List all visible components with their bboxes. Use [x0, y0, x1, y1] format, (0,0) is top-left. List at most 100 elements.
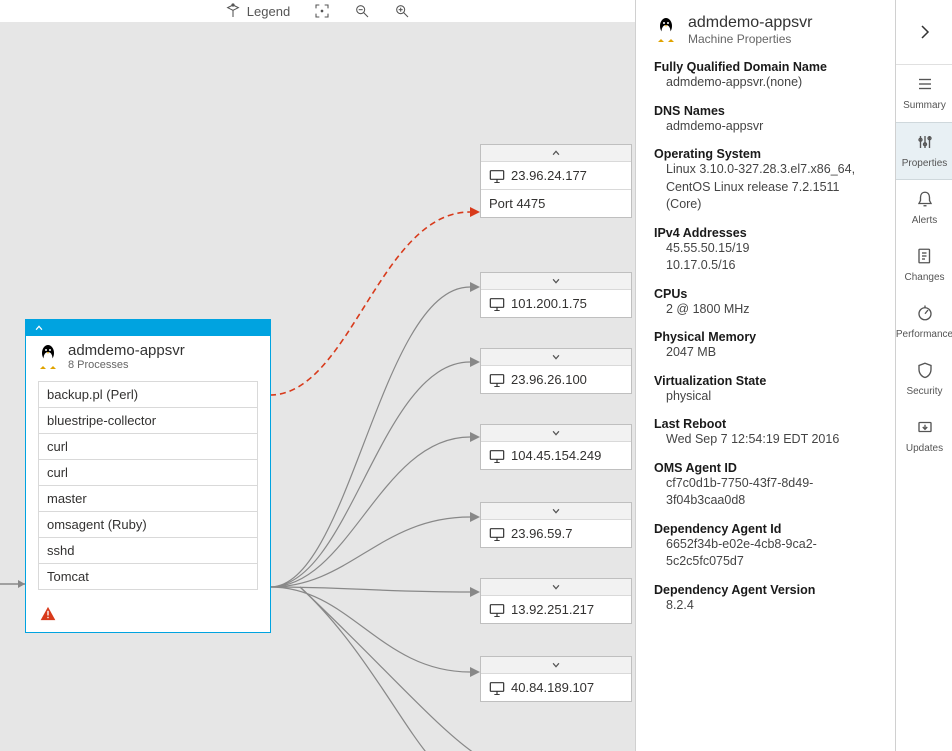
- property-value: 45.55.50.15/19: [654, 240, 877, 258]
- remote-ip: 23.96.24.177: [511, 168, 587, 183]
- changes-icon: [915, 247, 935, 268]
- nav-summary[interactable]: Summary: [896, 65, 952, 122]
- zoom-out-button[interactable]: [354, 3, 370, 19]
- legend-label: Legend: [247, 4, 290, 19]
- nav-updates[interactable]: Updates: [896, 408, 952, 465]
- remote-host-toggle[interactable]: [481, 503, 631, 520]
- remote-host-toggle[interactable]: [481, 579, 631, 596]
- zoom-in-button[interactable]: [394, 3, 410, 19]
- panel-subtitle: Machine Properties: [688, 32, 813, 46]
- summary-icon: [915, 75, 935, 96]
- remote-host-toggle[interactable]: [481, 145, 631, 162]
- warning-icon[interactable]: [26, 602, 270, 632]
- process-item[interactable]: bluestripe-collector: [38, 408, 258, 434]
- property-row: OMS Agent IDcf7c0d1b-7750-43f7-8d49-3f04…: [654, 461, 877, 510]
- remote-host-card[interactable]: 101.200.1.75: [480, 272, 632, 318]
- property-key: DNS Names: [654, 104, 877, 118]
- property-row: Last RebootWed Sep 7 12:54:19 EDT 2016: [654, 417, 877, 449]
- remote-ip: 104.45.154.249: [511, 448, 601, 463]
- remote-host-card[interactable]: 23.96.26.100: [480, 348, 632, 394]
- monitor-icon: [489, 681, 505, 695]
- property-value: Linux 3.10.0-327.28.3.el7.x86_64, CentOS…: [654, 161, 877, 214]
- remote-ip: 13.92.251.217: [511, 602, 594, 617]
- property-row: Physical Memory2047 MB: [654, 330, 877, 362]
- property-value: 8.2.4: [654, 597, 877, 615]
- machine-name: admdemo-appsvr: [68, 342, 185, 359]
- zoom-in-icon: [394, 3, 410, 19]
- process-item[interactable]: Tomcat: [38, 564, 258, 590]
- property-key: Last Reboot: [654, 417, 877, 431]
- monitor-icon: [489, 603, 505, 617]
- property-row: DNS Namesadmdemo-appsvr: [654, 104, 877, 136]
- monitor-icon: [489, 169, 505, 183]
- remote-host-card[interactable]: 13.92.251.217: [480, 578, 632, 624]
- remote-host-toggle[interactable]: [481, 657, 631, 674]
- property-value: admdemo-appsvr.(none): [654, 74, 877, 92]
- fit-button[interactable]: [314, 3, 330, 19]
- property-value: 10.17.0.5/16: [654, 257, 877, 275]
- machine-card[interactable]: admdemo-appsvr 8 Processes backup.pl (Pe…: [25, 319, 271, 633]
- property-value: Wed Sep 7 12:54:19 EDT 2016: [654, 431, 877, 449]
- performance-icon: [915, 304, 935, 325]
- chevron-up-icon: [34, 323, 44, 333]
- legend-button[interactable]: Legend: [225, 3, 290, 19]
- property-row: CPUs2 @ 1800 MHz: [654, 287, 877, 319]
- properties-panel: admdemo-appsvr Machine Properties Fully …: [635, 0, 895, 751]
- remote-port: Port 4475: [489, 196, 545, 211]
- property-value: cf7c0d1b-7750-43f7-8d49-3f04b3caa0d8: [654, 475, 877, 510]
- chevron-down-icon: [551, 660, 561, 670]
- process-item[interactable]: master: [38, 486, 258, 512]
- monitor-icon: [489, 373, 505, 387]
- process-item[interactable]: curl: [38, 434, 258, 460]
- remote-host-card[interactable]: 23.96.24.177 Port 4475: [480, 144, 632, 218]
- remote-host-toggle[interactable]: [481, 425, 631, 442]
- updates-icon: [915, 418, 935, 439]
- chevron-down-icon: [551, 428, 561, 438]
- panel-machine-name: admdemo-appsvr: [688, 14, 813, 32]
- properties-icon: [915, 133, 935, 154]
- legend-icon: [225, 3, 241, 19]
- dependency-canvas[interactable]: admdemo-appsvr 8 Processes backup.pl (Pe…: [0, 22, 635, 751]
- nav-properties[interactable]: Properties: [896, 122, 952, 180]
- process-item[interactable]: backup.pl (Perl): [38, 382, 258, 408]
- nav-security[interactable]: Security: [896, 351, 952, 408]
- nav-performance[interactable]: Performance: [896, 294, 952, 351]
- property-key: CPUs: [654, 287, 877, 301]
- process-item[interactable]: curl: [38, 460, 258, 486]
- remote-host-card[interactable]: 23.96.59.7: [480, 502, 632, 548]
- monitor-icon: [489, 527, 505, 541]
- remote-ip: 40.84.189.107: [511, 680, 594, 695]
- property-row: Virtualization Statephysical: [654, 374, 877, 406]
- property-key: Dependency Agent Id: [654, 522, 877, 536]
- remote-ip: 23.96.59.7: [511, 526, 572, 541]
- remote-host-card[interactable]: 104.45.154.249: [480, 424, 632, 470]
- remote-ip: 101.200.1.75: [511, 296, 587, 311]
- remote-host-toggle[interactable]: [481, 349, 631, 366]
- side-nav-rail: Summary Properties Alerts Changes Performanc…: [895, 0, 952, 751]
- remote-ip: 23.96.26.100: [511, 372, 587, 387]
- collapse-panel-button[interactable]: [896, 0, 952, 65]
- property-key: Operating System: [654, 147, 877, 161]
- security-icon: [915, 361, 935, 382]
- canvas-toolbar: Legend: [0, 0, 635, 23]
- nav-label: Changes: [904, 272, 944, 283]
- nav-alerts[interactable]: Alerts: [896, 180, 952, 237]
- process-item[interactable]: omsagent (Ruby): [38, 512, 258, 538]
- property-value: 2047 MB: [654, 344, 877, 362]
- process-item[interactable]: sshd: [38, 538, 258, 564]
- property-key: Fully Qualified Domain Name: [654, 60, 877, 74]
- property-list: Fully Qualified Domain Nameadmdemo-appsv…: [654, 60, 877, 614]
- nav-label: Performance: [896, 329, 952, 340]
- nav-label: Properties: [902, 158, 948, 169]
- chevron-down-icon: [551, 352, 561, 362]
- property-value: 2 @ 1800 MHz: [654, 301, 877, 319]
- fit-icon: [314, 3, 330, 19]
- property-row: Dependency Agent Version8.2.4: [654, 583, 877, 615]
- machine-card-header[interactable]: [26, 320, 270, 336]
- property-row: Operating SystemLinux 3.10.0-327.28.3.el…: [654, 147, 877, 214]
- property-key: OMS Agent ID: [654, 461, 877, 475]
- nav-changes[interactable]: Changes: [896, 237, 952, 294]
- remote-host-toggle[interactable]: [481, 273, 631, 290]
- remote-host-card[interactable]: 40.84.189.107: [480, 656, 632, 702]
- machine-process-count: 8 Processes: [68, 359, 185, 371]
